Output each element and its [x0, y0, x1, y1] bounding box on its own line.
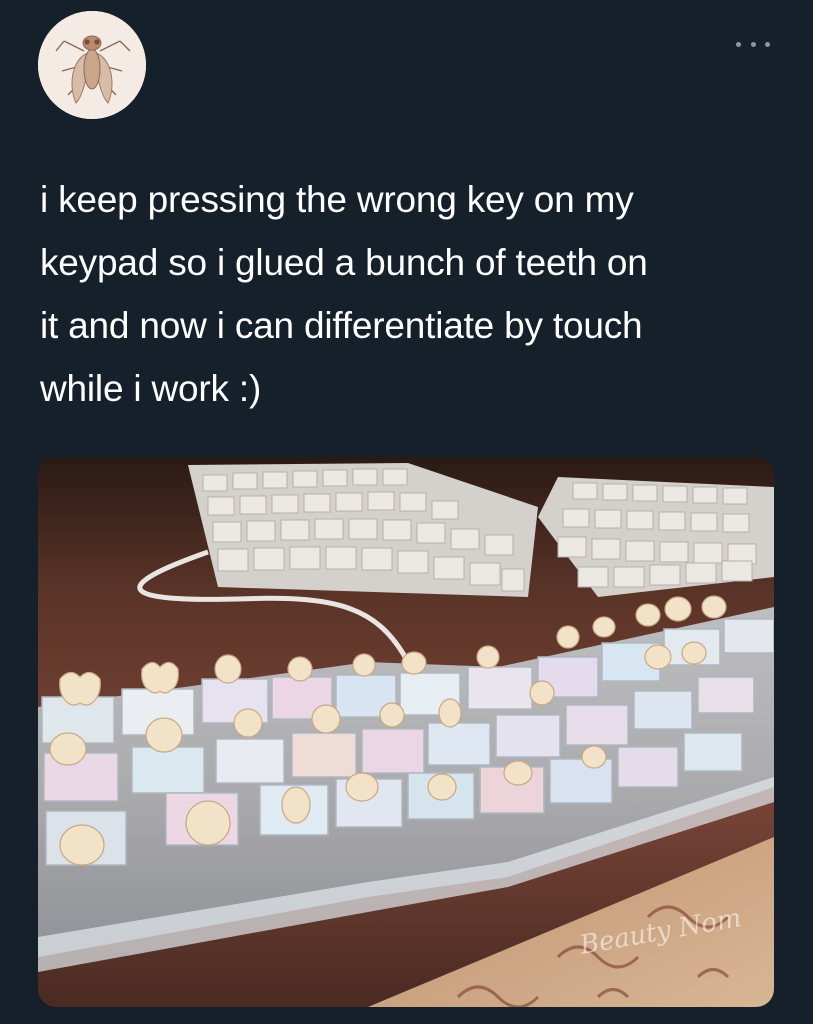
fly-icon	[38, 11, 146, 119]
tweet-text-line: while i work :)	[40, 368, 262, 409]
more-options-button[interactable]	[736, 35, 770, 53]
avatar[interactable]	[38, 11, 146, 119]
tweet-text: i keep pressing the wrong key on my keyp…	[40, 168, 780, 420]
tweet-text-line: i keep pressing the wrong key on my	[40, 179, 634, 220]
more-options-icon	[736, 41, 741, 47]
tweet-text-line: it and now i can differentiate by touch	[40, 305, 643, 346]
tweet-photo[interactable]: Beauty Nom	[38, 457, 774, 1007]
tweet-text-line: keypad so i glued a bunch of teeth on	[40, 242, 648, 283]
